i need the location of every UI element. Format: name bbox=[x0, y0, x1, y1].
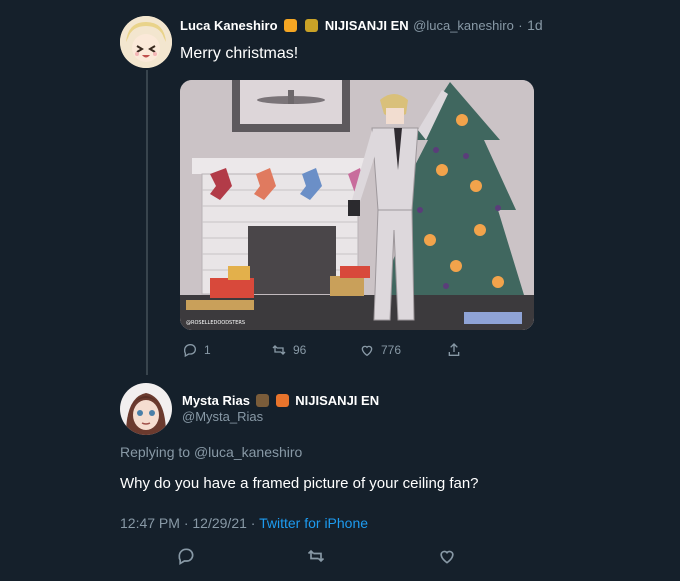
dot-separator: · bbox=[183, 515, 189, 531]
retweet-count: 96 bbox=[293, 343, 307, 357]
retweet-icon bbox=[272, 345, 286, 355]
thread-line bbox=[146, 70, 148, 375]
author-name[interactable]: Luca Kaneshiro bbox=[180, 18, 278, 33]
fox-emoji-icon bbox=[275, 394, 289, 407]
tweet2-text: Why do you have a framed picture of your… bbox=[120, 475, 479, 492]
reply-button[interactable]: 1 bbox=[182, 342, 211, 358]
tweet-date[interactable]: 12/29/21 bbox=[192, 515, 247, 531]
image-watermark: @ROSELLEDOODSTERS bbox=[186, 320, 245, 326]
tweet-image[interactable]: @ROSELLEDOODSTERS bbox=[180, 80, 534, 330]
like-button[interactable] bbox=[437, 546, 457, 571]
tweet-time[interactable]: 12:47 PM bbox=[120, 515, 180, 531]
retweet-button[interactable]: 96 bbox=[271, 342, 306, 358]
christmas-illustration: @ROSELLEDOODSTERS bbox=[180, 80, 534, 330]
replying-to: Replying to @luca_kaneshiro bbox=[120, 444, 302, 460]
dot-separator: · bbox=[518, 18, 523, 33]
like-count: 776 bbox=[381, 343, 402, 357]
tweet1-text: Merry christmas! bbox=[180, 45, 299, 62]
detective-emoji-icon bbox=[256, 394, 270, 407]
retweet-icon bbox=[307, 549, 325, 563]
reply-icon bbox=[178, 548, 194, 565]
replying-prefix: Replying to bbox=[120, 444, 191, 460]
tweet2-header: Mysta Rias NIJISANJI EN bbox=[182, 392, 379, 410]
share-button[interactable] bbox=[446, 342, 462, 358]
reply-count: 1 bbox=[204, 343, 211, 357]
reply-icon bbox=[183, 344, 196, 358]
like-icon bbox=[361, 345, 373, 357]
share-icon bbox=[448, 343, 460, 356]
money-bag-emoji-icon bbox=[305, 19, 319, 32]
affiliation: NIJISANJI EN bbox=[295, 393, 380, 408]
mysta-avatar[interactable] bbox=[120, 383, 172, 435]
replying-to-handle[interactable]: @luca_kaneshiro bbox=[194, 444, 302, 460]
tweet-age[interactable]: 1d bbox=[527, 17, 543, 33]
affiliation: NIJISANJI EN bbox=[324, 18, 409, 33]
like-button[interactable]: 776 bbox=[359, 342, 401, 358]
luca-avatar[interactable] bbox=[120, 16, 172, 68]
retweet-button[interactable] bbox=[306, 546, 326, 571]
author-handle[interactable]: @Mysta_Rias bbox=[182, 409, 263, 424]
tweet1-header: Luca Kaneshiro NIJISANJI EN @luca_kanesh… bbox=[180, 17, 543, 35]
author-handle[interactable]: @luca_kaneshiro bbox=[413, 18, 514, 33]
like-icon bbox=[440, 550, 454, 564]
reply-button[interactable] bbox=[176, 546, 196, 571]
author-name[interactable]: Mysta Rias bbox=[182, 393, 250, 408]
tweet-source[interactable]: Twitter for iPhone bbox=[259, 515, 368, 531]
tweet2-meta: 12:47 PM · 12/29/21 · Twitter for iPhone bbox=[120, 515, 368, 531]
dot-separator: · bbox=[250, 515, 256, 531]
lion-emoji-icon bbox=[283, 19, 297, 32]
